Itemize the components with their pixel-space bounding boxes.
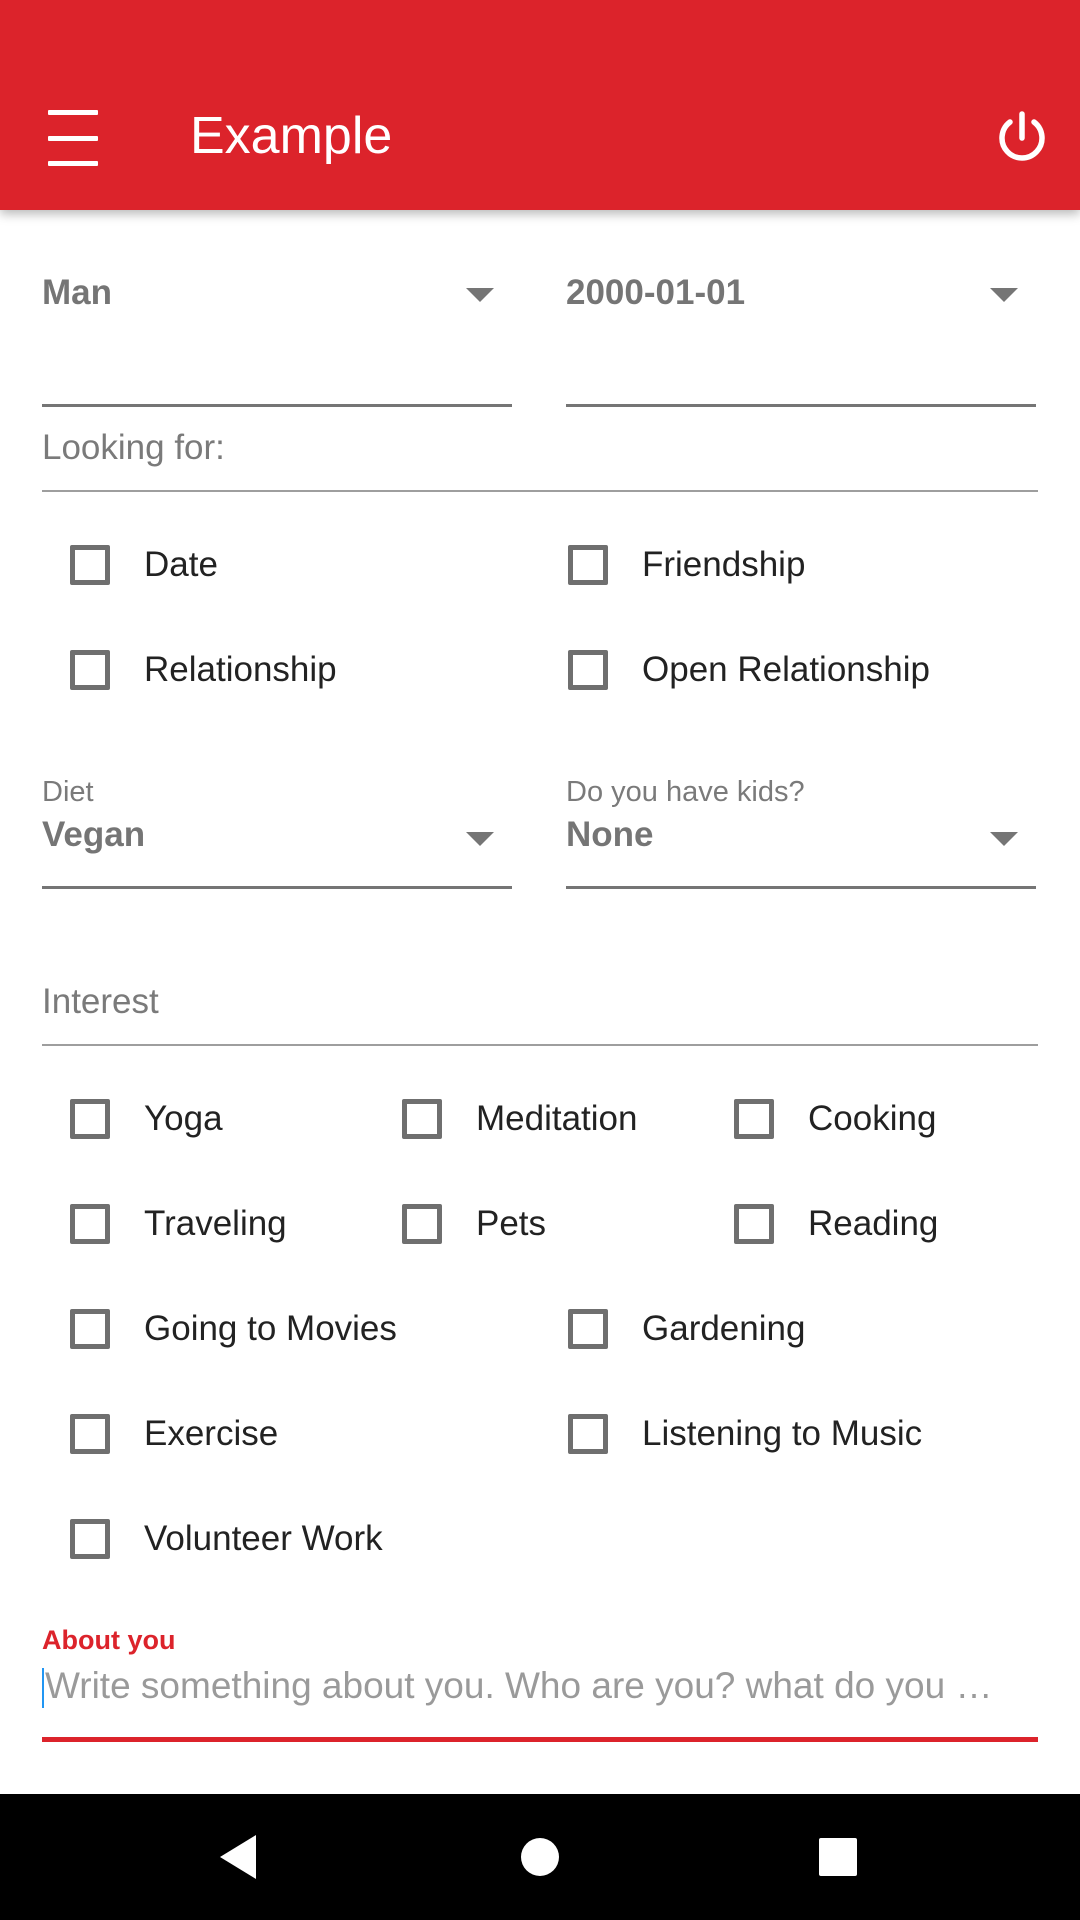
power-icon <box>999 111 1045 161</box>
looking-for-date-checkbox[interactable]: Date <box>70 537 218 593</box>
kids-dropdown[interactable]: Do you have kids? None <box>566 774 1036 889</box>
nav-recents-button[interactable] <box>778 1794 898 1920</box>
interest-reading-checkbox[interactable]: Reading <box>734 1196 938 1252</box>
about-you-underline <box>42 1737 1038 1742</box>
checkbox-label: Exercise <box>144 1414 279 1453</box>
checkbox-unchecked-icon <box>70 545 110 585</box>
interest-title: Interest <box>42 982 159 1021</box>
chevron-down-icon <box>990 832 1018 846</box>
checkbox-unchecked-icon <box>402 1099 442 1139</box>
app-bar: Example <box>0 0 1080 210</box>
interest-going-to-movies-checkbox[interactable]: Going to Movies <box>70 1301 397 1357</box>
interest-pets-checkbox[interactable]: Pets <box>402 1196 546 1252</box>
checkbox-unchecked-icon <box>568 650 608 690</box>
gender-dropdown[interactable]: Man <box>42 268 512 407</box>
checkbox-unchecked-icon <box>568 545 608 585</box>
checkbox-label: Meditation <box>476 1099 638 1138</box>
looking-for-title: Looking for: <box>42 428 225 467</box>
checkbox-unchecked-icon <box>70 1309 110 1349</box>
interest-listening-to-music-checkbox[interactable]: Listening to Music <box>568 1406 922 1462</box>
checkbox-label: Date <box>144 545 218 584</box>
checkbox-label: Volunteer Work <box>144 1519 383 1558</box>
checkbox-unchecked-icon <box>734 1099 774 1139</box>
about-you-input[interactable]: Write something about you. Who are you? … <box>42 1656 1038 1716</box>
interest-divider <box>42 1044 1038 1046</box>
diet-value: Vegan <box>42 815 146 854</box>
checkbox-label: Friendship <box>642 545 806 584</box>
hamburger-menu-icon-line <box>48 161 98 166</box>
checkbox-unchecked-icon <box>734 1204 774 1244</box>
checkbox-label: Yoga <box>144 1099 223 1138</box>
profile-form[interactable]: Man 2000-01-01 Looking for: Date Friends… <box>0 210 1080 1794</box>
about-you-label: About you <box>42 1625 176 1655</box>
birthday-dropdown[interactable]: 2000-01-01 <box>566 268 1036 407</box>
interest-meditation-checkbox[interactable]: Meditation <box>402 1091 637 1147</box>
checkbox-label: Open Relationship <box>642 650 930 689</box>
kids-label: Do you have kids? <box>566 776 805 808</box>
looking-for-divider <box>42 490 1038 492</box>
about-you-placeholder: Write something about you. Who are you? … <box>45 1665 993 1706</box>
gender-underline <box>42 404 512 407</box>
interest-yoga-checkbox[interactable]: Yoga <box>70 1091 223 1147</box>
checkbox-unchecked-icon <box>70 1099 110 1139</box>
looking-for-friendship-checkbox[interactable]: Friendship <box>568 537 805 593</box>
checkbox-unchecked-icon <box>568 1309 608 1349</box>
interest-cooking-checkbox[interactable]: Cooking <box>734 1091 936 1147</box>
diet-label: Diet <box>42 776 94 808</box>
checkbox-label: Reading <box>808 1204 939 1243</box>
checkbox-label: Relationship <box>144 650 337 689</box>
diet-underline <box>42 886 512 889</box>
system-navigation-bar <box>0 1794 1080 1920</box>
home-circle-icon <box>521 1838 559 1876</box>
birthday-value: 2000-01-01 <box>566 273 746 312</box>
checkbox-unchecked-icon <box>70 1519 110 1559</box>
app-screen: Example Man 2000-01-01 Looking for: Date <box>0 0 1080 1920</box>
interest-gardening-checkbox[interactable]: Gardening <box>568 1301 805 1357</box>
chevron-down-icon <box>466 832 494 846</box>
hamburger-menu-icon <box>48 110 98 115</box>
nav-home-button[interactable] <box>480 1794 600 1920</box>
recents-square-icon <box>819 1838 857 1876</box>
power-button[interactable] <box>994 110 1050 166</box>
interest-volunteer-work-checkbox[interactable]: Volunteer Work <box>70 1511 383 1567</box>
birthday-underline <box>566 404 1036 407</box>
checkbox-unchecked-icon <box>70 650 110 690</box>
kids-value: None <box>566 815 654 854</box>
nav-back-button[interactable] <box>178 1794 298 1920</box>
checkbox-label: Listening to Music <box>642 1414 923 1453</box>
gender-value: Man <box>42 273 112 312</box>
chevron-down-icon <box>466 288 494 302</box>
hamburger-menu-icon-line <box>48 135 98 141</box>
checkbox-unchecked-icon <box>568 1414 608 1454</box>
checkbox-label: Going to Movies <box>144 1309 397 1348</box>
looking-for-open-relationship-checkbox[interactable]: Open Relationship <box>568 642 930 698</box>
back-triangle-icon <box>220 1835 256 1879</box>
interest-exercise-checkbox[interactable]: Exercise <box>70 1406 278 1462</box>
looking-for-relationship-checkbox[interactable]: Relationship <box>70 642 337 698</box>
checkbox-unchecked-icon <box>402 1204 442 1244</box>
checkbox-label: Pets <box>476 1204 547 1243</box>
kids-underline <box>566 886 1036 889</box>
menu-button[interactable] <box>40 110 106 166</box>
checkbox-label: Traveling <box>144 1204 287 1243</box>
checkbox-unchecked-icon <box>70 1414 110 1454</box>
checkbox-label: Gardening <box>642 1309 806 1348</box>
chevron-down-icon <box>990 288 1018 302</box>
checkbox-unchecked-icon <box>70 1204 110 1244</box>
app-title: Example <box>190 107 393 165</box>
text-cursor <box>42 1668 44 1709</box>
checkbox-label: Cooking <box>808 1099 937 1138</box>
diet-dropdown[interactable]: Diet Vegan <box>42 774 512 889</box>
interest-traveling-checkbox[interactable]: Traveling <box>70 1196 287 1252</box>
